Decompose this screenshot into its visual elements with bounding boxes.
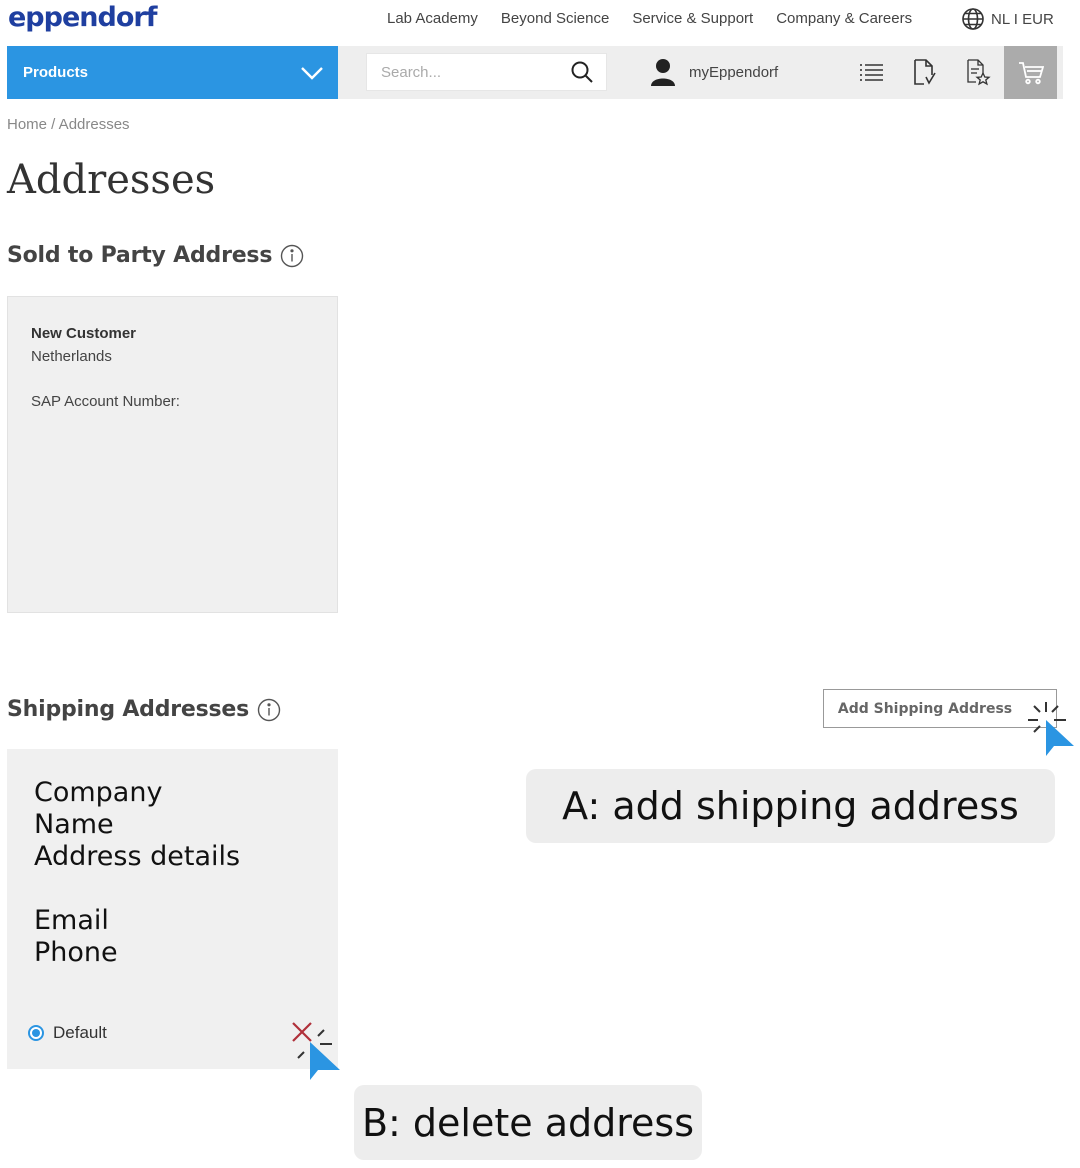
address-email: Email <box>34 905 109 936</box>
sap-account-number: SAP Account Number: <box>31 393 180 410</box>
default-label: Default <box>53 1023 107 1042</box>
sold-to-party-card: New Customer Netherlands SAP Account Num… <box>7 296 338 613</box>
order-document-icon[interactable] <box>912 58 938 86</box>
eppendorf-logo[interactable]: eppendorf <box>8 2 157 33</box>
search-input[interactable] <box>381 63 551 81</box>
language-currency-label: NL I EUR <box>991 10 1054 28</box>
address-details: Address details <box>34 841 241 872</box>
cart-button[interactable] <box>1004 46 1057 99</box>
address-company: Company <box>34 777 163 808</box>
search-icon[interactable] <box>570 60 594 84</box>
user-icon <box>651 59 675 86</box>
sold-to-party-heading: Sold to Party Address <box>7 243 304 268</box>
annotation-add-shipping-address: A: add shipping address <box>526 769 1055 843</box>
cart-icon <box>1018 61 1044 84</box>
products-label: Products <box>23 64 89 81</box>
globe-icon <box>962 8 984 30</box>
chevron-down-icon <box>301 66 323 80</box>
nav-service-support[interactable]: Service & Support <box>632 10 753 27</box>
products-menu-button[interactable]: Products <box>7 46 338 99</box>
breadcrumb[interactable]: Home / Addresses <box>7 116 130 133</box>
nav-lab-academy[interactable]: Lab Academy <box>387 10 478 27</box>
top-navigation: Lab Academy Beyond Science Service & Sup… <box>387 10 935 27</box>
click-cursor-icon <box>1028 702 1074 756</box>
account-label: myEppendorf <box>689 63 779 81</box>
customer-country: Netherlands <box>31 348 112 365</box>
customer-name: New Customer <box>31 325 137 342</box>
click-cursor-icon <box>297 1029 340 1080</box>
shipping-addresses-heading: Shipping Addresses <box>7 697 281 722</box>
default-address-option[interactable]: Default <box>28 1023 107 1043</box>
info-icon[interactable] <box>257 698 281 722</box>
default-radio[interactable] <box>28 1025 44 1041</box>
sold-to-party-title: Sold to Party Address <box>7 243 273 268</box>
add-shipping-address-button[interactable]: Add Shipping Address <box>823 689 1057 728</box>
search-box <box>366 53 607 91</box>
list-icon[interactable] <box>859 62 884 82</box>
shipping-address-card: Company Name Address details Email Phone… <box>7 749 338 1069</box>
nav-beyond-science[interactable]: Beyond Science <box>501 10 609 27</box>
nav-company-careers[interactable]: Company & Careers <box>776 10 912 27</box>
info-icon[interactable] <box>280 244 304 268</box>
my-eppendorf-account[interactable]: myEppendorf <box>650 58 778 86</box>
annotation-delete-address: B: delete address <box>354 1085 702 1160</box>
shipping-addresses-title: Shipping Addresses <box>7 697 250 722</box>
language-currency-selector[interactable]: NL I EUR <box>961 7 1054 31</box>
address-name: Name <box>34 809 114 840</box>
page-title: Addresses <box>7 157 216 203</box>
address-phone: Phone <box>34 937 118 968</box>
quote-favorite-icon[interactable] <box>965 58 991 86</box>
